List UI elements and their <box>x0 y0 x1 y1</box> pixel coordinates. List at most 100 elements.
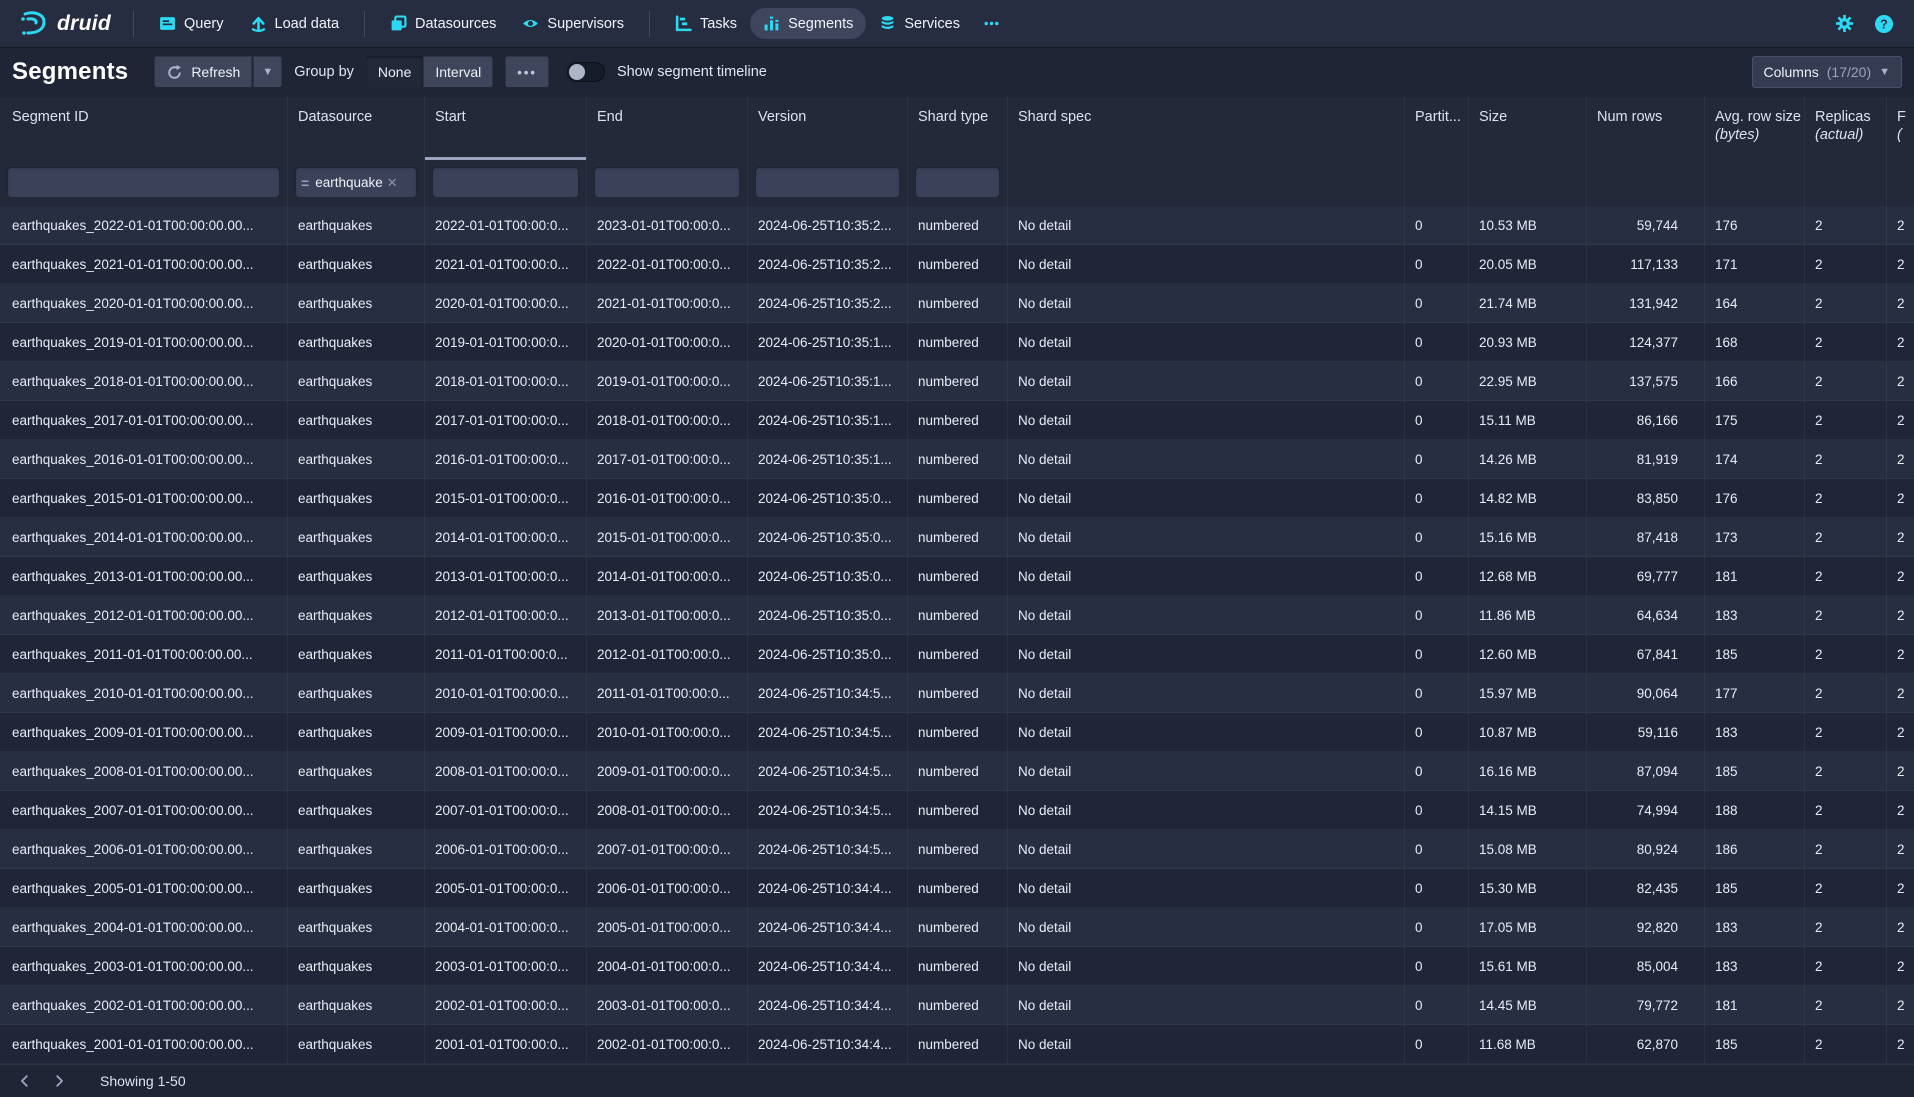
cell-shard-spec: No detail <box>1008 440 1405 478</box>
cell-start: 2003-01-01T00:00:0... <box>425 947 587 985</box>
table-row[interactable]: earthquakes_2020-01-01T00:00:00.00...ear… <box>0 284 1914 323</box>
cell-datasource: earthquakes <box>288 596 425 634</box>
cell-replicas: 2 <box>1805 245 1887 283</box>
table-row[interactable]: earthquakes_2011-01-01T00:00:00.00...ear… <box>0 635 1914 674</box>
column-header-version[interactable]: Version <box>748 97 908 160</box>
cell-size: 14.82 MB <box>1469 479 1587 517</box>
column-header-partition[interactable]: Partit... <box>1405 97 1469 160</box>
column-header-replicas[interactable]: Replicas(actual) <box>1805 97 1887 160</box>
table-row[interactable]: earthquakes_2015-01-01T00:00:00.00...ear… <box>0 479 1914 518</box>
cell-end: 2007-01-01T00:00:0... <box>587 830 748 868</box>
cell-segment-id: earthquakes_2005-01-01T00:00:00.00... <box>0 869 288 907</box>
column-header-size[interactable]: Size <box>1469 97 1587 160</box>
table-row[interactable]: earthquakes_2022-01-01T00:00:00.00...ear… <box>0 206 1914 245</box>
settings-gear-icon[interactable] <box>1835 14 1854 33</box>
refresh-interval-dropdown[interactable]: ▼ <box>253 56 282 88</box>
table-row[interactable]: earthquakes_2014-01-01T00:00:00.00...ear… <box>0 518 1914 557</box>
cell-end: 2023-01-01T00:00:0... <box>587 206 748 244</box>
more-actions-button[interactable]: ••• <box>505 56 549 88</box>
view-control-bar: Segments Refresh ▼ Group by None Interva… <box>0 47 1914 97</box>
filter-input-start[interactable] <box>432 167 579 198</box>
cell-datasource: earthquakes <box>288 908 425 946</box>
cell-shard-type: numbered <box>908 830 1008 868</box>
cell-num-rows: 92,820 <box>1587 908 1705 946</box>
cell-shard-spec: No detail <box>1008 674 1405 712</box>
table-header-row: Segment IDDatasourceStartEndVersionShard… <box>0 97 1914 160</box>
cell-factor: 2 <box>1887 323 1914 361</box>
remove-filter-tag-icon[interactable]: ✕ <box>387 175 398 191</box>
table-row[interactable]: earthquakes_2016-01-01T00:00:00.00...ear… <box>0 440 1914 479</box>
column-header-segment-id[interactable]: Segment ID <box>0 97 288 160</box>
segment-timeline-toggle[interactable] <box>567 62 605 82</box>
cell-shard-type: numbered <box>908 557 1008 595</box>
columns-dropdown-button[interactable]: Columns (17/20) ▼ <box>1752 56 1903 88</box>
table-row[interactable]: earthquakes_2008-01-01T00:00:00.00...ear… <box>0 752 1914 791</box>
previous-page-button[interactable] <box>10 1068 40 1094</box>
nav-item-query[interactable]: Query <box>146 8 237 39</box>
cell-replicas: 2 <box>1805 557 1887 595</box>
table-row[interactable]: earthquakes_2013-01-01T00:00:00.00...ear… <box>0 557 1914 596</box>
cell-size: 14.26 MB <box>1469 440 1587 478</box>
filter-cell-segment-id <box>0 160 288 205</box>
table-row[interactable]: earthquakes_2017-01-01T00:00:00.00...ear… <box>0 401 1914 440</box>
column-header-avg-row-size[interactable]: Avg. row size(bytes) <box>1705 97 1805 160</box>
filter-cell-partition <box>1405 160 1469 205</box>
cell-version: 2024-06-25T10:34:4... <box>748 947 908 985</box>
cell-replicas: 2 <box>1805 830 1887 868</box>
cell-size: 16.16 MB <box>1469 752 1587 790</box>
brand-wordmark: druid <box>57 12 111 36</box>
cell-segment-id: earthquakes_2013-01-01T00:00:00.00... <box>0 557 288 595</box>
nav-item-datasources[interactable]: Datasources <box>377 8 509 39</box>
cell-replicas: 2 <box>1805 362 1887 400</box>
column-header-end[interactable]: End <box>587 97 748 160</box>
nav-more-button[interactable] <box>973 8 1010 39</box>
table-row[interactable]: earthquakes_2001-01-01T00:00:00.00...ear… <box>0 1025 1914 1064</box>
table-row[interactable]: earthquakes_2021-01-01T00:00:00.00...ear… <box>0 245 1914 284</box>
filter-input-end[interactable] <box>594 167 740 198</box>
nav-item-load-data[interactable]: Load data <box>237 8 353 39</box>
cell-datasource: earthquakes <box>288 986 425 1024</box>
nav-item-segments[interactable]: Segments <box>750 8 866 39</box>
column-header-num-rows[interactable]: Num rows <box>1587 97 1705 160</box>
table-row[interactable]: earthquakes_2010-01-01T00:00:00.00...ear… <box>0 674 1914 713</box>
filter-tagbox-datasource[interactable]: =earthquake✕ <box>295 167 417 198</box>
cell-datasource: earthquakes <box>288 206 425 244</box>
filter-input-shard-type[interactable] <box>915 167 1000 198</box>
table-row[interactable]: earthquakes_2004-01-01T00:00:00.00...ear… <box>0 908 1914 947</box>
table-row[interactable]: earthquakes_2018-01-01T00:00:00.00...ear… <box>0 362 1914 401</box>
table-row[interactable]: earthquakes_2019-01-01T00:00:00.00...ear… <box>0 323 1914 362</box>
table-row[interactable]: earthquakes_2006-01-01T00:00:00.00...ear… <box>0 830 1914 869</box>
help-icon[interactable]: ? <box>1874 14 1894 34</box>
filter-input-segment-id[interactable] <box>7 167 280 198</box>
filter-input-version[interactable] <box>755 167 900 198</box>
table-row[interactable]: earthquakes_2002-01-01T00:00:00.00...ear… <box>0 986 1914 1025</box>
cell-factor: 2 <box>1887 245 1914 283</box>
cell-avg-row-size: 185 <box>1705 635 1805 673</box>
column-header-shard-type[interactable]: Shard type <box>908 97 1008 160</box>
cell-shard-type: numbered <box>908 479 1008 517</box>
showing-range-label: Showing 1-50 <box>100 1073 186 1089</box>
nav-item-services[interactable]: Services <box>866 8 973 39</box>
cell-version: 2024-06-25T10:34:4... <box>748 1025 908 1063</box>
nav-item-supervisors[interactable]: Supervisors <box>509 8 637 39</box>
column-header-start[interactable]: Start <box>425 97 587 160</box>
group-by-none-button[interactable]: None <box>366 56 423 88</box>
table-row[interactable]: earthquakes_2012-01-01T00:00:00.00...ear… <box>0 596 1914 635</box>
table-row[interactable]: earthquakes_2003-01-01T00:00:00.00...ear… <box>0 947 1914 986</box>
refresh-button[interactable]: Refresh <box>154 56 252 88</box>
cell-partition: 0 <box>1405 479 1469 517</box>
cell-start: 2019-01-01T00:00:0... <box>425 323 587 361</box>
group-by-interval-button[interactable]: Interval <box>423 56 493 88</box>
cell-shard-type: numbered <box>908 947 1008 985</box>
cell-version: 2024-06-25T10:34:4... <box>748 986 908 1024</box>
column-header-shard-spec[interactable]: Shard spec <box>1008 97 1405 160</box>
next-page-button[interactable] <box>44 1068 74 1094</box>
table-row[interactable]: earthquakes_2009-01-01T00:00:00.00...ear… <box>0 713 1914 752</box>
cell-partition: 0 <box>1405 206 1469 244</box>
table-row[interactable]: earthquakes_2005-01-01T00:00:00.00...ear… <box>0 869 1914 908</box>
table-row[interactable]: earthquakes_2007-01-01T00:00:00.00...ear… <box>0 791 1914 830</box>
nav-item-tasks[interactable]: Tasks <box>662 8 750 39</box>
column-header-factor[interactable]: F( <box>1887 97 1914 160</box>
druid-logo[interactable]: druid <box>14 10 121 37</box>
column-header-datasource[interactable]: Datasource <box>288 97 425 160</box>
